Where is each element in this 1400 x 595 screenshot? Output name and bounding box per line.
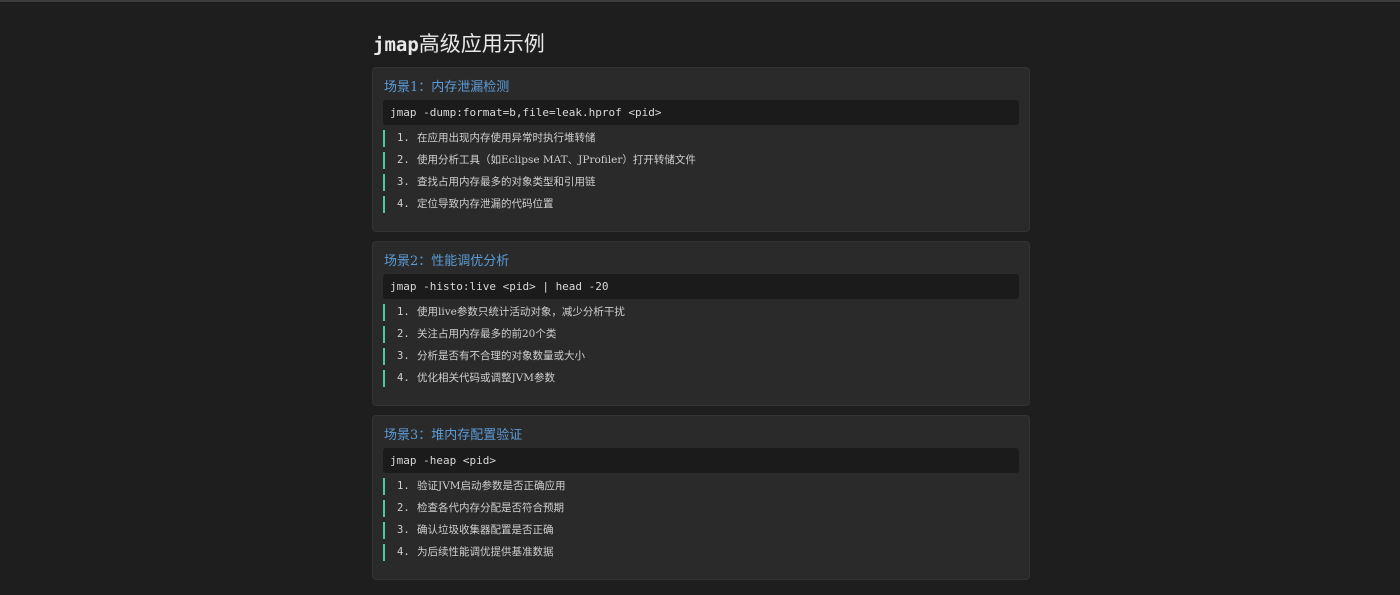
scenario-card-1: 场景1：内存泄漏检测 jmap -dump:format=b,file=leak… bbox=[372, 67, 1030, 232]
step-number: 4. bbox=[397, 198, 410, 210]
step-item: 1. 使用live参数只统计活动对象，减少分析干扰 bbox=[383, 304, 625, 321]
step-item: 2. 使用分析工具（如Eclipse MAT、JProfiler）打开转储文件 bbox=[383, 152, 696, 169]
scenario-card-3: 场景3：堆内存配置验证 jmap -heap <pid> 1. 验证JVM启动参数… bbox=[372, 415, 1030, 580]
step-text: 使用live参数只统计活动对象，减少分析干扰 bbox=[417, 306, 625, 318]
step-number: 2. bbox=[397, 328, 410, 340]
step-item: 4. 定位导致内存泄漏的代码位置 bbox=[383, 196, 696, 213]
step-item: 3. 分析是否有不合理的对象数量或大小 bbox=[383, 348, 625, 365]
step-item: 3. 查找占用内存最多的对象类型和引用链 bbox=[383, 174, 696, 191]
step-number: 2. bbox=[397, 154, 410, 166]
step-text: 在应用出现内存使用异常时执行堆转储 bbox=[417, 132, 596, 144]
step-list: 1. 使用live参数只统计活动对象，减少分析干扰 2. 关注占用内存最多的前20个… bbox=[383, 304, 625, 392]
step-item: 2. 检查各代内存分配是否符合预期 bbox=[383, 500, 566, 517]
step-item: 1. 在应用出现内存使用异常时执行堆转储 bbox=[383, 130, 696, 147]
step-text: 分析是否有不合理的对象数量或大小 bbox=[417, 350, 585, 362]
command-code-block: jmap -heap <pid> bbox=[383, 448, 1019, 473]
step-number: 4. bbox=[397, 546, 410, 558]
step-number: 1. bbox=[397, 480, 410, 492]
step-number: 4. bbox=[397, 372, 410, 384]
step-item: 2. 关注占用内存最多的前20个类 bbox=[383, 326, 625, 343]
step-text: 使用分析工具（如Eclipse MAT、JProfiler）打开转储文件 bbox=[417, 154, 696, 166]
step-list: 1. 验证JVM启动参数是否正确应用 2. 检查各代内存分配是否符合预期 3. 确认垃… bbox=[383, 478, 566, 566]
step-text: 检查各代内存分配是否符合预期 bbox=[417, 502, 564, 514]
step-number: 1. bbox=[397, 306, 410, 318]
step-item: 4. 优化相关代码或调整JVM参数 bbox=[383, 370, 625, 387]
step-number: 3. bbox=[397, 350, 410, 362]
page-title-text: 高级应用示例 bbox=[418, 32, 545, 56]
scenario-title: 场景2：性能调优分析 bbox=[384, 254, 510, 269]
step-text: 定位导致内存泄漏的代码位置 bbox=[417, 198, 554, 210]
step-item: 3. 确认垃圾收集器配置是否正确 bbox=[383, 522, 566, 539]
step-item: 1. 验证JVM启动参数是否正确应用 bbox=[383, 478, 566, 495]
step-text: 优化相关代码或调整JVM参数 bbox=[417, 372, 556, 384]
step-number: 3. bbox=[397, 176, 410, 188]
page-title-code: jmap bbox=[373, 34, 419, 56]
step-number: 2. bbox=[397, 502, 410, 514]
step-item: 4. 为后续性能调优提供基准数据 bbox=[383, 544, 566, 561]
step-text: 验证JVM启动参数是否正确应用 bbox=[417, 480, 566, 492]
step-text: 确认垃圾收集器配置是否正确 bbox=[417, 524, 554, 536]
scenario-title: 场景3：堆内存配置验证 bbox=[384, 428, 523, 443]
step-number: 3. bbox=[397, 524, 410, 536]
scenario-card-2: 场景2：性能调优分析 jmap -histo:live <pid> | head… bbox=[372, 241, 1030, 406]
command-code-block: jmap -histo:live <pid> | head -20 bbox=[383, 274, 1019, 299]
step-list: 1. 在应用出现内存使用异常时执行堆转储 2. 使用分析工具（如Eclipse MA… bbox=[383, 130, 696, 218]
page-title: jmap高级应用示例 bbox=[373, 28, 545, 58]
scenario-title: 场景1：内存泄漏检测 bbox=[384, 80, 510, 95]
step-text: 查找占用内存最多的对象类型和引用链 bbox=[417, 176, 596, 188]
step-number: 1. bbox=[397, 132, 410, 144]
step-text: 关注占用内存最多的前20个类 bbox=[417, 328, 557, 340]
command-code-block: jmap -dump:format=b,file=leak.hprof <pid… bbox=[383, 100, 1019, 125]
step-text: 为后续性能调优提供基准数据 bbox=[417, 546, 554, 558]
